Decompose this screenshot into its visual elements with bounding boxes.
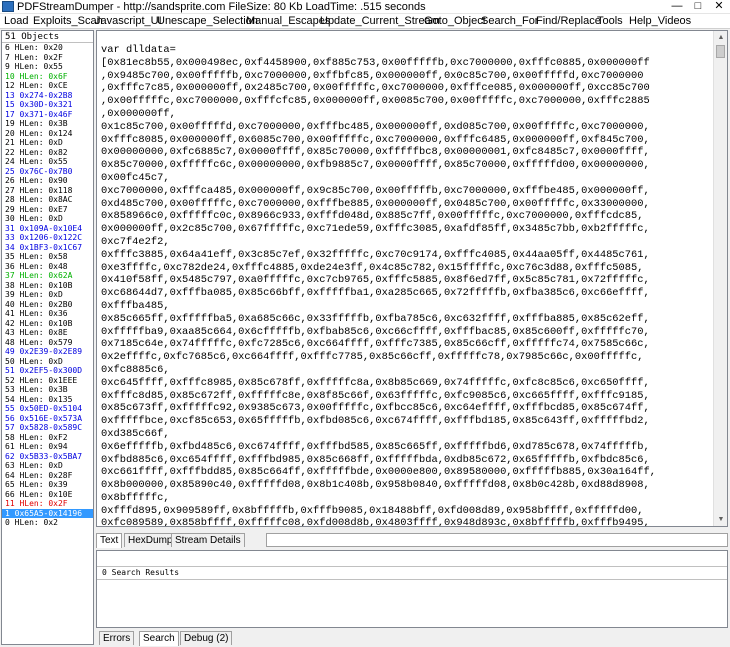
object-list-item[interactable]: 28 HLen: 0x8AC (2, 195, 93, 205)
object-list-item[interactable]: 10 HLen: 0x6F (2, 72, 93, 82)
object-list-item[interactable]: 34 0x1BF3-0x1C67 (2, 243, 93, 253)
object-list-item[interactable]: 39 HLen: 0xD (2, 290, 93, 300)
menu-tools[interactable]: Tools (597, 14, 623, 29)
object-list-item[interactable]: 38 HLen: 0x10B (2, 281, 93, 291)
stream-text-pane[interactable]: var dlldata= [0x81ec8b55,0x000498ec,0xf4… (96, 30, 728, 527)
object-list-item[interactable]: 49 0x2E39-0x2E89 (2, 347, 93, 357)
object-list-item[interactable]: 19 HLen: 0x3B (2, 119, 93, 129)
menu-manual-escapes[interactable]: Manual_Escapes (246, 14, 330, 29)
tab-text[interactable]: Text (96, 533, 123, 548)
search-results-pane[interactable]: 0 Search Results (96, 550, 728, 628)
tab-debug[interactable]: Debug (2) (180, 631, 233, 645)
menu-unescape-selection[interactable]: Unescape_Selection (157, 14, 258, 29)
object-list-item[interactable]: 40 HLen: 0x2B0 (2, 300, 93, 310)
object-list-item[interactable]: 64 HLen: 0x28F (2, 471, 93, 481)
menu-goto-object[interactable]: Goto_Object (424, 14, 486, 29)
object-list[interactable]: 6 HLen: 0x20 7 HLen: 0x2F 9 HLen: 0x55 10 H… (2, 43, 93, 528)
search-results-header: 0 Search Results (97, 566, 727, 580)
object-list-item[interactable]: 43 HLen: 0x8E (2, 328, 93, 338)
vertical-scrollbar[interactable]: ▲ ▼ (713, 31, 727, 526)
object-list-item[interactable]: 11 HLen: 0x2F (2, 499, 93, 509)
object-list-item[interactable]: 50 HLen: 0xD (2, 357, 93, 367)
menu-update-current-stream[interactable]: Update_Current_Stream (320, 14, 440, 29)
object-list-item[interactable]: 21 HLen: 0xD (2, 138, 93, 148)
object-list-item[interactable]: 25 0x76C-0x7B0 (2, 167, 93, 177)
object-list-item[interactable]: 51 0x2EF5-0x300D (2, 366, 93, 376)
object-list-item[interactable]: 62 0x5B33-0x5BA7 (2, 452, 93, 462)
menu-exploits-scan[interactable]: Exploits_Scan (33, 14, 103, 29)
object-list-item[interactable]: 6 HLen: 0x20 (2, 43, 93, 53)
menu-search-for[interactable]: Search_For (481, 14, 538, 29)
scroll-up-arrow-icon[interactable]: ▲ (714, 31, 727, 44)
object-list-item[interactable]: 22 HLen: 0x82 (2, 148, 93, 158)
object-list-item[interactable]: 7 HLen: 0x2F (2, 53, 93, 63)
object-list-item[interactable]: 42 HLen: 0x10B (2, 319, 93, 329)
object-list-item[interactable]: 63 HLen: 0xD (2, 461, 93, 471)
menu-load[interactable]: Load (4, 14, 28, 29)
app-icon (2, 1, 14, 12)
object-list-item[interactable]: 65 HLen: 0x39 (2, 480, 93, 490)
menu-find-replace[interactable]: Find/Replace (536, 14, 601, 29)
menu-help-videos[interactable]: Help_Videos (629, 14, 691, 29)
maximize-button[interactable]: □ (689, 0, 707, 13)
tab-stream-details[interactable]: Stream Details (171, 533, 245, 547)
object-list-item[interactable]: 54 HLen: 0x135 (2, 395, 93, 405)
object-list-item[interactable]: 9 HLen: 0x55 (2, 62, 93, 72)
menu-bar: Load Exploits_Scan Javascript_UI Unescap… (0, 14, 730, 29)
object-list-item[interactable]: 41 HLen: 0x36 (2, 309, 93, 319)
object-list-panel: 51 Objects 6 HLen: 0x20 7 HLen: 0x2F 9 HLe… (1, 30, 94, 645)
object-list-item[interactable]: 29 HLen: 0xE7 (2, 205, 93, 215)
object-list-item[interactable]: 35 HLen: 0x58 (2, 252, 93, 262)
menu-javascript-ui[interactable]: Javascript_UI (95, 14, 162, 29)
minimize-button[interactable]: — (668, 0, 686, 13)
tab-errors[interactable]: Errors (99, 631, 135, 645)
window-title: PDFStreamDumper - http://sandsprite.com … (17, 1, 426, 13)
object-list-item[interactable]: 31 0x109A-0x10E4 (2, 224, 93, 234)
object-list-item[interactable]: 0 HLen: 0x2 (2, 518, 93, 528)
objects-count-header: 51 Objects (2, 31, 93, 43)
object-list-item[interactable]: 1 0x65A5-0x14196 (2, 508, 93, 518)
object-list-item[interactable]: 37 HLen: 0x62A (2, 271, 93, 281)
close-button[interactable]: ✕ (710, 0, 728, 13)
tab-search[interactable]: Search (139, 631, 179, 646)
object-list-item[interactable]: 66 HLen: 0x10E (2, 490, 93, 500)
object-list-item[interactable]: 12 HLen: 0xCE (2, 81, 93, 91)
object-list-item[interactable]: 36 HLen: 0x48 (2, 262, 93, 272)
stream-text[interactable]: var dlldata= [0x81ec8b55,0x000498ec,0xf4… (101, 44, 713, 526)
title-bar: PDFStreamDumper - http://sandsprite.com … (0, 0, 730, 14)
object-list-item[interactable]: 56 0x516E-0x573A (2, 414, 93, 424)
object-list-item[interactable]: 52 HLen: 0x1EEE (2, 376, 93, 386)
object-list-item[interactable]: 57 0x5828-0x589C (2, 423, 93, 433)
object-list-item[interactable]: 53 HLen: 0x3B (2, 385, 93, 395)
object-list-item[interactable]: 30 HLen: 0xD (2, 214, 93, 224)
object-list-item[interactable]: 17 0x371-0x46F (2, 110, 93, 120)
object-list-item[interactable]: 33 0x1206-0x122C (2, 233, 93, 243)
tab-hexdump[interactable]: HexDump (124, 533, 177, 547)
scroll-thumb[interactable] (716, 45, 725, 58)
scroll-down-arrow-icon[interactable]: ▼ (714, 513, 727, 526)
object-list-item[interactable]: 24 HLen: 0x55 (2, 157, 93, 167)
object-list-item[interactable]: 48 HLen: 0x579 (2, 338, 93, 348)
object-list-item[interactable]: 26 HLen: 0x90 (2, 176, 93, 186)
object-list-item[interactable]: 20 HLen: 0x124 (2, 129, 93, 139)
object-list-item[interactable]: 15 0x30D-0x321 (2, 100, 93, 110)
object-list-item[interactable]: 13 0x274-0x2B8 (2, 91, 93, 101)
object-list-item[interactable]: 27 HLen: 0x118 (2, 186, 93, 196)
object-list-item[interactable]: 58 HLen: 0xF2 (2, 433, 93, 443)
tab-strip-field (266, 533, 728, 547)
object-list-item[interactable]: 61 HLen: 0x94 (2, 442, 93, 452)
object-list-item[interactable]: 55 0x50ED-0x5104 (2, 404, 93, 414)
